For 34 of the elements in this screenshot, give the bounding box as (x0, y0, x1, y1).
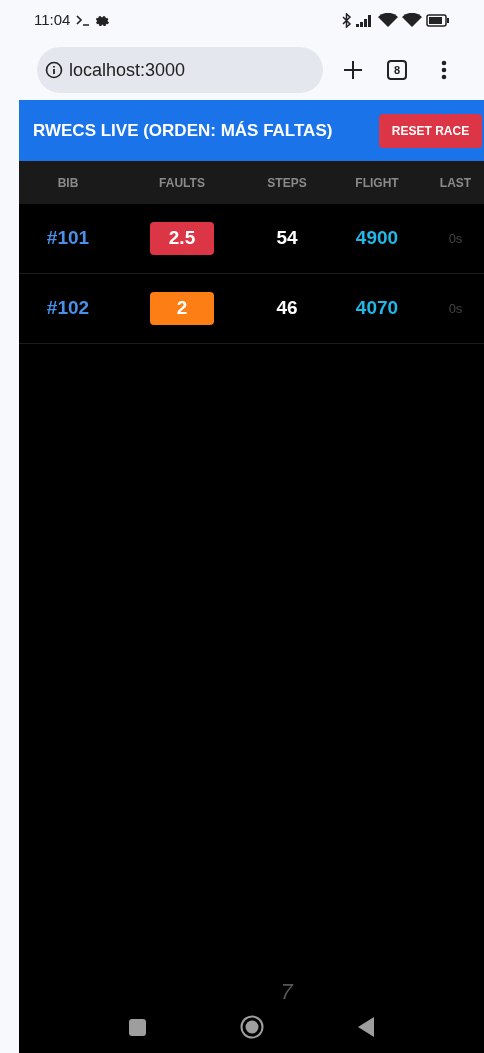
address-bar[interactable]: localhost:3000 (37, 47, 323, 93)
recent-apps-icon[interactable] (129, 1018, 146, 1036)
wifi-icon (402, 12, 422, 28)
info-icon[interactable] (45, 61, 63, 79)
bib-number: #101 (46, 226, 90, 251)
plus-icon[interactable] (343, 60, 363, 80)
column-header: FAULTS (158, 174, 206, 192)
last-time: 0s (448, 299, 463, 318)
tab-count-button[interactable]: 8 (387, 60, 407, 80)
url-text: localhost:3000 (69, 58, 186, 82)
steps-value: 46 (276, 296, 298, 321)
column-header: FLIGHT (354, 174, 400, 192)
flight-value: 4070 (355, 296, 399, 321)
reset-race-button[interactable]: RESET RACE (379, 113, 482, 148)
back-icon[interactable] (358, 1017, 374, 1037)
signal-icon (356, 13, 374, 27)
flight-value: 4900 (355, 226, 399, 251)
bib-number: #102 (46, 296, 90, 321)
last-time: 0s (448, 229, 463, 248)
faults-badge: 2.5 (150, 222, 214, 255)
bluetooth-icon (342, 12, 352, 28)
clock-time: 11:04 (34, 9, 71, 30)
terminal-icon (76, 14, 91, 26)
faint-number: 7 (280, 981, 293, 1003)
page-title: RWECS LIVE (ORDEN: MÁS FALTAS) (33, 119, 333, 142)
battery-icon (426, 13, 450, 27)
home-icon[interactable] (240, 1015, 264, 1039)
steps-value: 54 (276, 226, 298, 251)
column-header: STEPS (266, 174, 308, 192)
column-header: LAST (438, 174, 473, 192)
faults-badge: 2 (150, 292, 214, 325)
more-options-icon[interactable] (441, 60, 447, 80)
column-header: BIB (56, 174, 80, 192)
wifi-icon (378, 12, 398, 28)
